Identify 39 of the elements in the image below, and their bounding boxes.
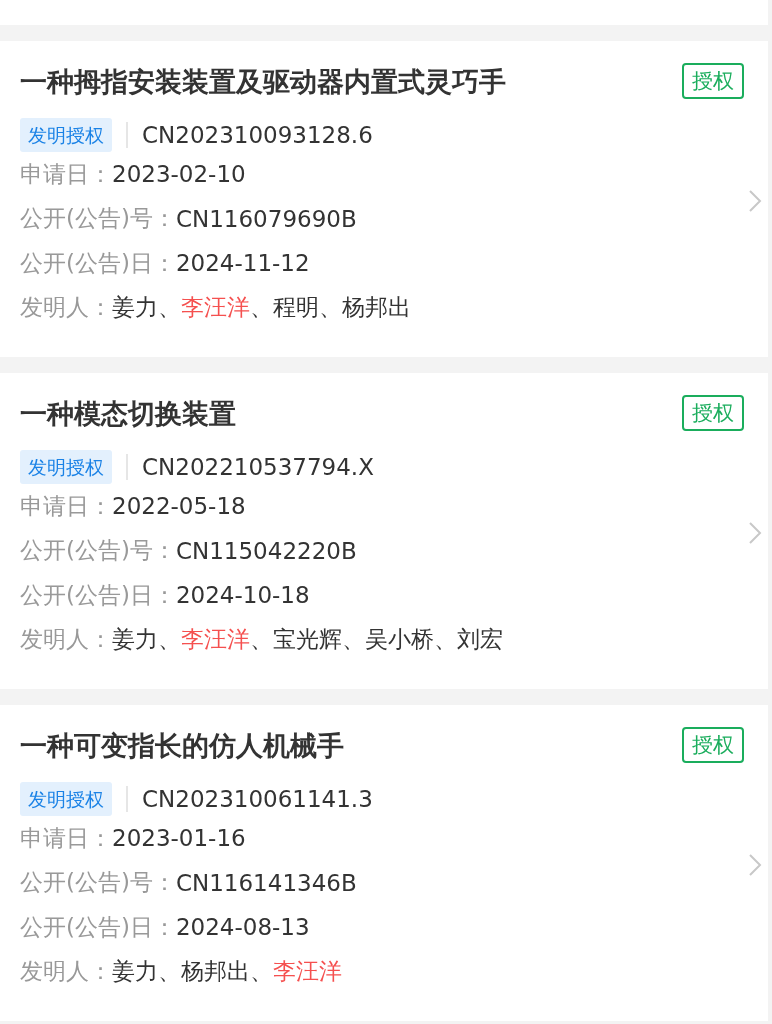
patent-title: 一种可变指长的仿人机械手	[20, 729, 344, 763]
field-label: 申请日：	[20, 159, 112, 189]
field-value: 2024-11-12	[175, 250, 310, 277]
field-label: 申请日：	[20, 823, 112, 853]
field-label: 公开(公告)日：	[20, 248, 176, 278]
chevron-right-icon[interactable]	[748, 189, 762, 213]
type-tag: 发明授权	[20, 782, 112, 816]
application-number: CN202210537794.X	[142, 454, 374, 480]
field-value: CN116079690B	[175, 205, 357, 232]
field-value: 2023-01-16	[112, 825, 246, 852]
inventor-list: 姜力、李汪洋、程明、杨邦出	[112, 292, 411, 324]
field-label: 发明人：	[20, 293, 112, 323]
status-badge: 授权	[682, 395, 744, 431]
field-value: 2022-05-18	[112, 493, 246, 520]
type-tag: 发明授权	[20, 450, 112, 484]
field-label: 公开(公告)号：	[20, 204, 176, 234]
field-label: 发明人：	[20, 957, 112, 987]
field-label: 公开(公告)号：	[20, 868, 176, 898]
inventor-list: 姜力、杨邦出、李汪洋	[112, 956, 342, 988]
field-label: 公开(公告)日：	[20, 580, 176, 610]
patent-title: 一种拇指安装装置及驱动器内置式灵巧手	[20, 65, 506, 99]
patent-title: 一种模态切换装置	[20, 397, 236, 431]
application-number: CN202310093128.6	[142, 122, 373, 148]
field-value: CN115042220B	[175, 537, 357, 564]
inventor-list: 姜力、李汪洋、宝光辉、吴小桥、刘宏	[112, 624, 503, 656]
field-value: CN116141346B	[175, 869, 357, 896]
status-badge: 授权	[682, 63, 744, 99]
field-label: 申请日：	[20, 491, 112, 521]
status-badge: 授权	[682, 727, 744, 763]
field-value: 2023-02-10	[112, 161, 246, 188]
application-number: CN202310061141.3	[142, 786, 373, 812]
field-value: 2024-10-18	[175, 582, 310, 609]
type-tag: 发明授权	[20, 118, 112, 152]
field-value: 2024-08-13	[175, 914, 310, 941]
chevron-right-icon[interactable]	[748, 853, 762, 877]
field-label: 公开(公告)号：	[20, 536, 176, 566]
chevron-right-icon[interactable]	[748, 521, 762, 545]
field-label: 发明人：	[20, 625, 112, 655]
field-label: 公开(公告)日：	[20, 912, 176, 942]
